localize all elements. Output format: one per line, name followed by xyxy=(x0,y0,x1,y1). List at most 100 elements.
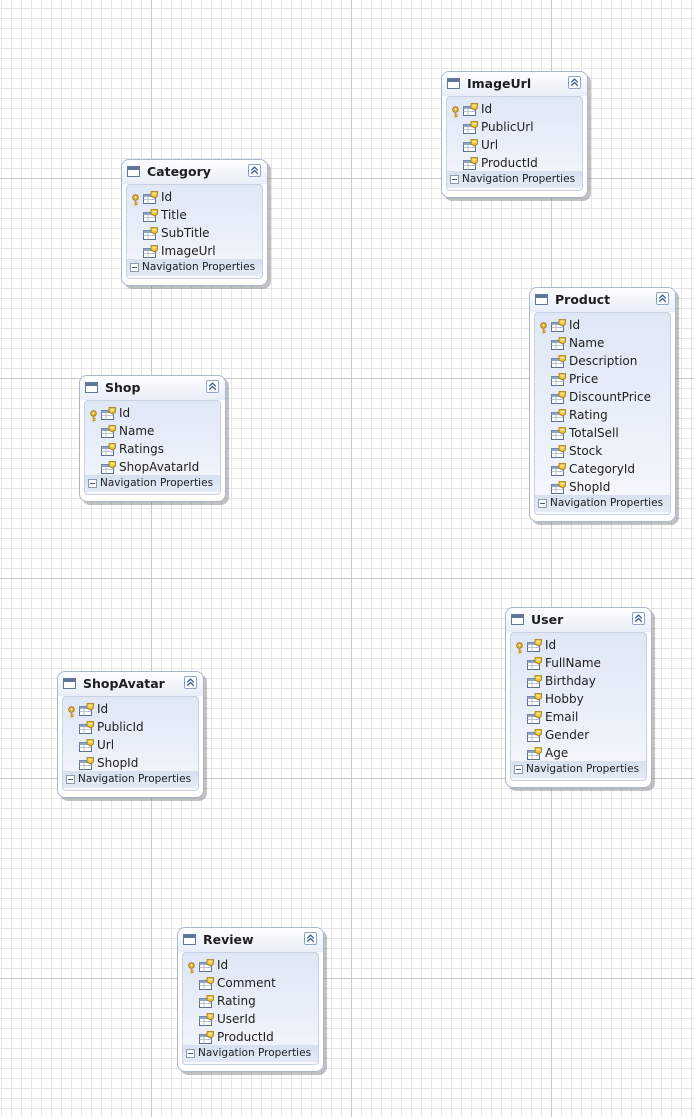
property-row[interactable]: Id xyxy=(85,404,220,422)
property-row[interactable]: Email xyxy=(511,708,646,726)
minus-toggle-icon[interactable] xyxy=(66,775,75,784)
entity-shopavatar[interactable]: ShopAvatar Id PublicId Url ShopId Navigation … xyxy=(57,671,204,798)
property-row[interactable]: Id xyxy=(535,316,670,334)
navigation-properties-label: Navigation Properties xyxy=(100,477,214,489)
property-row[interactable]: ShopId xyxy=(63,754,198,772)
property-name: FullName xyxy=(545,656,601,670)
property-row[interactable]: Name xyxy=(535,334,670,352)
property-row[interactable]: Id xyxy=(127,188,262,206)
collapse-button[interactable] xyxy=(248,164,261,177)
property-row[interactable]: TotalSell xyxy=(535,424,670,442)
entity-header[interactable]: Product xyxy=(530,288,675,312)
property-row[interactable]: SubTitle xyxy=(127,224,262,242)
entity-header[interactable]: User xyxy=(506,608,651,632)
property-row[interactable]: Age xyxy=(511,744,646,762)
property-row[interactable]: ShopAvatarId xyxy=(85,458,220,476)
property-row[interactable]: ShopId xyxy=(535,478,670,496)
entity-properties: Id Comment Rating UserId ProductId Navigation… xyxy=(182,952,319,1065)
property-name: ProductId xyxy=(481,156,538,170)
property-row[interactable]: ProductId xyxy=(183,1028,318,1046)
property-row[interactable]: Id xyxy=(447,100,582,118)
entity-category[interactable]: Category Id Title SubTitle ImageUrl Navigatio… xyxy=(121,159,268,286)
property-name: Id xyxy=(217,958,229,972)
entity-header[interactable]: Review xyxy=(178,928,323,952)
entity-title: Review xyxy=(203,932,254,947)
property-name: Id xyxy=(481,102,493,116)
property-row[interactable]: PublicUrl xyxy=(447,118,582,136)
property-row[interactable]: Description xyxy=(535,352,670,370)
property-row[interactable]: UserId xyxy=(183,1010,318,1028)
property-row[interactable]: Gender xyxy=(511,726,646,744)
navigation-properties-section[interactable]: Navigation Properties xyxy=(535,495,670,512)
property-row[interactable]: PublicId xyxy=(63,718,198,736)
navigation-properties-label: Navigation Properties xyxy=(142,261,256,273)
entity-user[interactable]: User Id FullName Birthday Hobby Email Gender Ag… xyxy=(505,607,652,788)
property-name: Id xyxy=(545,638,557,652)
property-row[interactable]: Name xyxy=(85,422,220,440)
property-name: Ratings xyxy=(119,442,164,456)
property-row[interactable]: Stock xyxy=(535,442,670,460)
property-row[interactable]: Birthday xyxy=(511,672,646,690)
property-row[interactable]: Url xyxy=(447,136,582,154)
collapse-button[interactable] xyxy=(304,932,317,945)
entity-title: Shop xyxy=(105,380,141,395)
navigation-properties-label: Navigation Properties xyxy=(78,773,192,785)
entity-header[interactable]: ShopAvatar xyxy=(58,672,203,696)
collapse-button[interactable] xyxy=(568,76,581,89)
navigation-properties-section[interactable]: Navigation Properties xyxy=(511,761,646,778)
collapse-button[interactable] xyxy=(656,292,669,305)
property-name: Id xyxy=(161,190,173,204)
property-row[interactable]: Rating xyxy=(535,406,670,424)
entity-table-icon xyxy=(63,678,76,689)
entity-header[interactable]: Shop xyxy=(80,376,225,400)
property-name: ShopId xyxy=(569,480,611,494)
entity-header[interactable]: Category xyxy=(122,160,267,184)
minus-toggle-icon[interactable] xyxy=(186,1049,195,1058)
property-row[interactable]: Id xyxy=(63,700,198,718)
property-row[interactable]: Id xyxy=(511,636,646,654)
property-name: Name xyxy=(119,424,155,438)
entity-product[interactable]: Product Id Name Description Price DiscountPri… xyxy=(529,287,676,522)
entity-table-icon xyxy=(85,382,98,393)
property-row[interactable]: Hobby xyxy=(511,690,646,708)
property-row[interactable]: ImageUrl xyxy=(127,242,262,260)
entity-review[interactable]: Review Id Comment Rating UserId ProductId Navi… xyxy=(177,927,324,1072)
property-row[interactable]: Comment xyxy=(183,974,318,992)
navigation-properties-section[interactable]: Navigation Properties xyxy=(63,771,198,788)
property-row[interactable]: Ratings xyxy=(85,440,220,458)
property-row[interactable]: Title xyxy=(127,206,262,224)
entity-header[interactable]: ImageUrl xyxy=(442,72,587,96)
minus-toggle-icon[interactable] xyxy=(88,479,97,488)
minus-toggle-icon[interactable] xyxy=(450,175,459,184)
collapse-button[interactable] xyxy=(632,612,645,625)
property-row[interactable]: DiscountPrice xyxy=(535,388,670,406)
navigation-properties-section[interactable]: Navigation Properties xyxy=(85,475,220,492)
entity-shop[interactable]: Shop Id Name Ratings ShopAvatarId Navigation … xyxy=(79,375,226,502)
navigation-properties-section[interactable]: Navigation Properties xyxy=(127,259,262,276)
entity-properties: Id Name Description Price DiscountPrice Ratin… xyxy=(534,312,671,515)
collapse-button[interactable] xyxy=(184,676,197,689)
entity-title: ShopAvatar xyxy=(83,676,165,691)
property-row[interactable]: Price xyxy=(535,370,670,388)
property-name: DiscountPrice xyxy=(569,390,651,404)
minus-toggle-icon[interactable] xyxy=(514,765,523,774)
entity-properties: Id PublicId Url ShopId Navigation Properties xyxy=(62,696,199,791)
property-row[interactable]: Rating xyxy=(183,992,318,1010)
property-name: TotalSell xyxy=(569,426,619,440)
property-name: PublicId xyxy=(97,720,144,734)
navigation-properties-section[interactable]: Navigation Properties xyxy=(447,171,582,188)
entity-imageurl[interactable]: ImageUrl Id PublicUrl Url ProductId Navigatio… xyxy=(441,71,588,198)
minus-toggle-icon[interactable] xyxy=(538,499,547,508)
navigation-properties-section[interactable]: Navigation Properties xyxy=(183,1045,318,1062)
minus-toggle-icon[interactable] xyxy=(130,263,139,272)
entity-properties: Id Title SubTitle ImageUrl Navigation Proper… xyxy=(126,184,263,279)
property-row[interactable]: Url xyxy=(63,736,198,754)
navigation-properties-label: Navigation Properties xyxy=(550,497,664,509)
property-row[interactable]: Id xyxy=(183,956,318,974)
property-row[interactable]: ProductId xyxy=(447,154,582,172)
property-row[interactable]: CategoryId xyxy=(535,460,670,478)
entity-properties: Id Name Ratings ShopAvatarId Navigation Prop… xyxy=(84,400,221,495)
property-name: Url xyxy=(481,138,499,152)
collapse-button[interactable] xyxy=(206,380,219,393)
property-row[interactable]: FullName xyxy=(511,654,646,672)
